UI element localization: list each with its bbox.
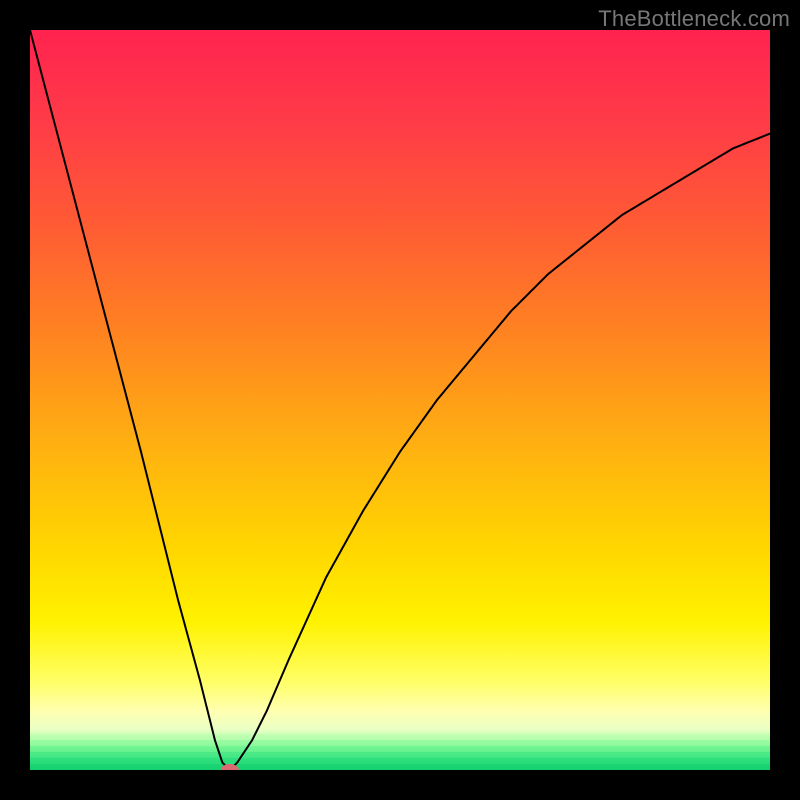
chart-frame: TheBottleneck.com [0,0,800,800]
watermark-text: TheBottleneck.com [598,6,790,32]
gradient-background [30,30,770,770]
green-band-group [30,734,770,770]
plot-area [30,30,770,770]
chart-svg [30,30,770,770]
